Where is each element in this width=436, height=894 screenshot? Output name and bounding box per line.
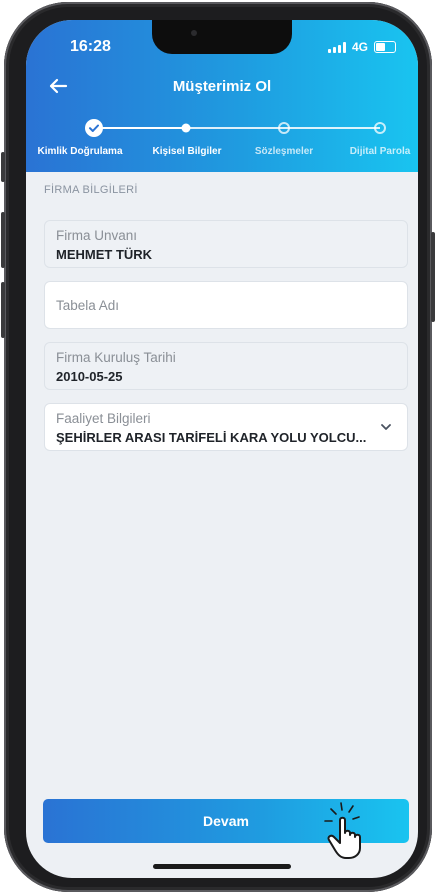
- network-label: 4G: [351, 40, 368, 54]
- activity-select[interactable]: Faaliyet Bilgileri ŞEHİRLER ARASI TARİFE…: [44, 403, 408, 451]
- screen: 16:28 4G Müşterimiz Ol Kimlik Doğrulama: [26, 20, 418, 878]
- power-button: [431, 232, 435, 322]
- step-1-done-icon: [85, 119, 103, 137]
- tap-hand-icon: [324, 802, 361, 859]
- founding-date-field[interactable]: Firma Kuruluş Tarihi 2010-05-25: [44, 342, 408, 390]
- page-title: Müşterimiz Ol: [172, 78, 272, 95]
- stepper-line-done: [94, 127, 186, 129]
- phone-frame: 16:28 4G Müşterimiz Ol Kimlik Doğrulama: [1, 2, 435, 892]
- step-3-dot: [278, 122, 290, 134]
- sign-name-input[interactable]: Tabela Adı: [44, 281, 408, 329]
- founding-date-value: 2010-05-25: [56, 369, 123, 384]
- volume-up-button: [1, 212, 5, 268]
- volume-down-button: [1, 282, 5, 338]
- mute-switch: [1, 152, 5, 182]
- step-label-3: Sözleşmeler: [254, 146, 314, 157]
- activity-label: Faaliyet Bilgileri: [56, 411, 151, 426]
- step-4-dot: [374, 122, 386, 134]
- company-title-value: MEHMET TÜRK: [56, 247, 153, 262]
- status-icons: 4G: [327, 40, 396, 54]
- sign-name-placeholder: Tabela Adı: [56, 298, 120, 313]
- step-2-current-dot: [181, 123, 191, 133]
- founding-date-label: Firma Kuruluş Tarihi: [56, 350, 176, 365]
- step-label-1: Kimlik Doğrulama: [37, 146, 123, 157]
- battery-icon: [374, 41, 396, 53]
- company-title-label: Firma Unvanı: [56, 228, 138, 243]
- status-time: 16:28: [70, 38, 111, 55]
- chevron-down-icon: [381, 424, 391, 430]
- home-indicator: [153, 864, 291, 869]
- activity-value: ŞEHİRLER ARASI TARİFELİ KARA YOLU YOLCU.…: [56, 430, 367, 445]
- check-icon: [89, 124, 99, 132]
- step-label-4: Dijital Parola: [349, 146, 411, 157]
- step-label-2: Kişisel Bilgiler: [152, 146, 222, 157]
- signal-icon: [327, 41, 346, 53]
- section-title: FİRMA BİLGİLERİ: [44, 184, 138, 196]
- progress-stepper: Kimlik Doğrulama Kişisel Bilgiler Sözleş…: [26, 114, 418, 164]
- notch: [152, 20, 292, 54]
- camera: [191, 30, 197, 36]
- company-title-field[interactable]: Firma Unvanı MEHMET TÜRK: [44, 220, 408, 268]
